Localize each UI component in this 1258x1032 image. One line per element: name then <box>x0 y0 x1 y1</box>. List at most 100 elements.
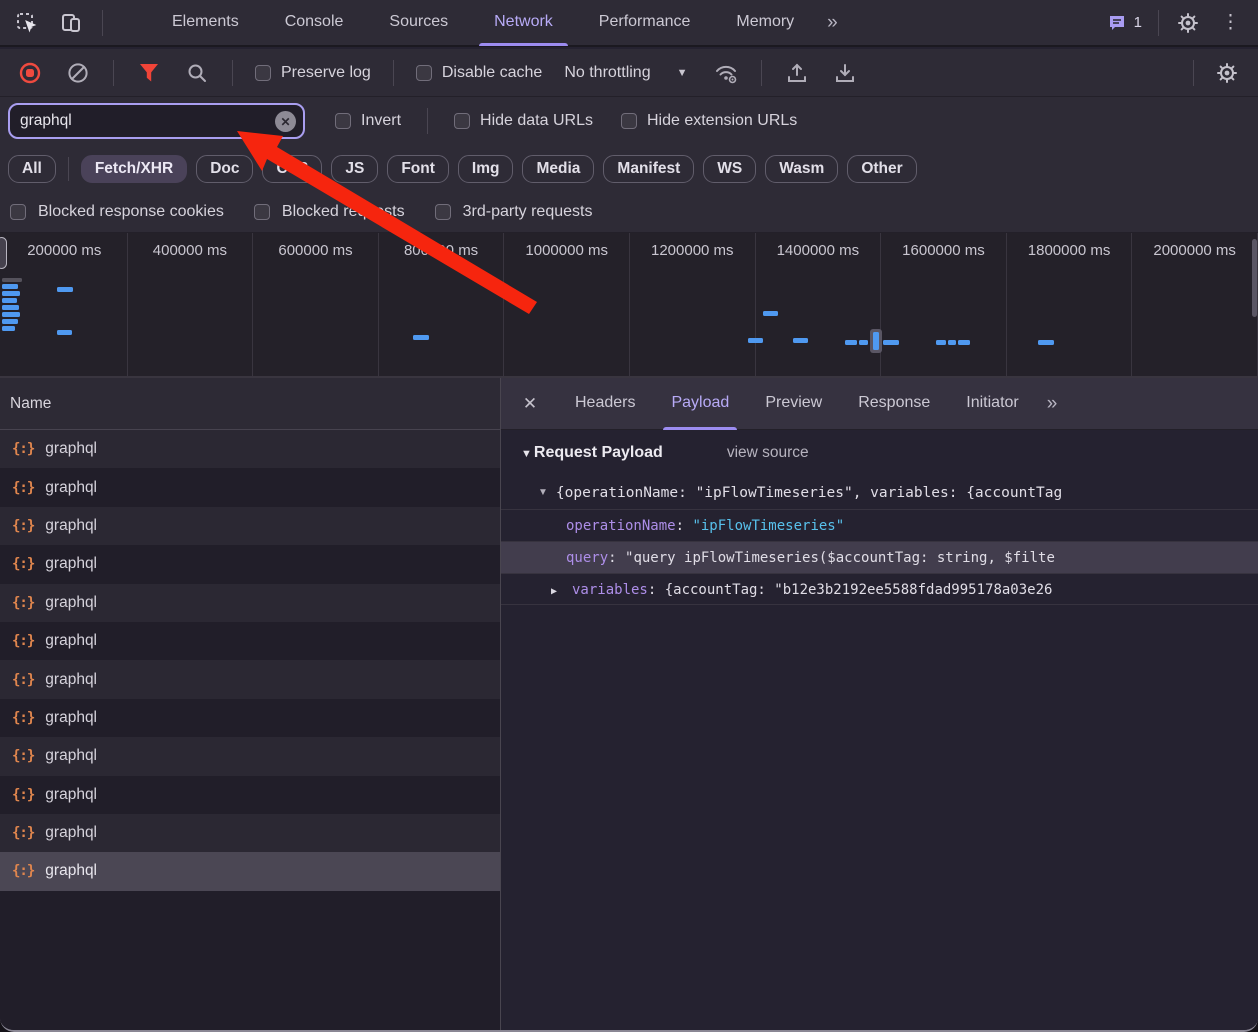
throttling-select[interactable]: No throttling ▼ <box>564 64 687 82</box>
chip-js[interactable]: JS <box>331 155 378 183</box>
close-detail-icon[interactable]: ✕ <box>519 394 541 414</box>
chip-ws[interactable]: WS <box>703 155 756 183</box>
tab-performance[interactable]: Performance <box>576 0 714 46</box>
tab-network[interactable]: Network <box>471 0 576 46</box>
hide-data-urls-checkbox[interactable]: Hide data URLs <box>454 112 593 130</box>
preserve-log-checkbox[interactable]: Preserve log <box>255 64 371 82</box>
blocked-requests-checkbox[interactable]: Blocked requests <box>254 203 405 221</box>
advanced-filters-row: Blocked response cookies Blocked requests… <box>0 192 1258 233</box>
invert-checkbox[interactable]: Invert <box>335 112 401 130</box>
request-row[interactable]: {:}graphql <box>0 737 500 775</box>
chip-media[interactable]: Media <box>522 155 594 183</box>
panel-tabs: ElementsConsoleSourcesNetworkPerformance… <box>149 0 817 46</box>
request-row[interactable]: {:}graphql <box>0 852 500 890</box>
checkbox[interactable] <box>435 204 451 220</box>
blocked-response-cookies-checkbox[interactable]: Blocked response cookies <box>10 203 224 221</box>
request-row[interactable]: {:}graphql <box>0 660 500 698</box>
device-toolbar-icon[interactable] <box>58 10 84 36</box>
checkbox[interactable] <box>255 65 271 81</box>
chevron-down-icon: ▼ <box>677 67 688 79</box>
fetch-xhr-icon: {:} <box>12 787 34 803</box>
waterfall-bar <box>413 335 429 340</box>
filter-row: graphql ✕ Invert Hide data URLs Hide ext… <box>0 97 1258 145</box>
issues-counter[interactable]: 1 <box>1107 13 1142 33</box>
waterfall-bar <box>936 340 946 345</box>
detail-more-tabs-icon[interactable]: » <box>1037 380 1068 427</box>
more-tabs-icon[interactable]: » <box>817 0 848 46</box>
preserve-log-label: Preserve log <box>281 64 371 82</box>
payload-entry-query[interactable]: query: "query ipFlowTimeseries($accountT… <box>501 541 1258 573</box>
payload-preview-row[interactable]: ▼ {operationName: "ipFlowTimeseries", va… <box>501 476 1258 509</box>
search-icon[interactable] <box>184 60 210 86</box>
chip-doc[interactable]: Doc <box>196 155 253 183</box>
collapse-triangle-icon[interactable]: ▼ <box>521 448 532 460</box>
name-column-header[interactable]: Name <box>0 378 500 430</box>
chip-font[interactable]: Font <box>387 155 449 183</box>
filter-funnel-icon[interactable] <box>136 60 162 86</box>
chip-css[interactable]: CSS <box>262 155 322 183</box>
detail-tab-initiator[interactable]: Initiator <box>948 378 1036 430</box>
waterfall-bar <box>859 340 868 345</box>
payload-key: variables <box>572 582 648 598</box>
chip-wasm[interactable]: Wasm <box>765 155 838 183</box>
view-source-link[interactable]: view source <box>727 444 809 462</box>
network-conditions-icon[interactable] <box>713 60 739 86</box>
request-row[interactable]: {:}graphql <box>0 430 500 468</box>
request-row[interactable]: {:}graphql <box>0 584 500 622</box>
record-network-log-button[interactable] <box>17 60 43 86</box>
kebab-menu-icon[interactable]: ⋮ <box>1217 11 1244 34</box>
timeline-scrollbar[interactable] <box>1252 239 1257 317</box>
checkbox[interactable] <box>335 113 351 129</box>
timeline-resize-handle[interactable] <box>0 237 7 269</box>
tab-console[interactable]: Console <box>262 0 367 46</box>
fetch-xhr-icon: {:} <box>12 633 34 649</box>
tab-sources[interactable]: Sources <box>366 0 471 46</box>
waterfall-bar <box>57 330 72 335</box>
payload-entry-operationName[interactable]: operationName: "ipFlowTimeseries" <box>501 509 1258 541</box>
checkbox[interactable] <box>254 204 270 220</box>
detail-tab-payload[interactable]: Payload <box>653 378 747 430</box>
chip-all[interactable]: All <box>8 155 56 183</box>
3rd-party-requests-checkbox[interactable]: 3rd-party requests <box>435 203 593 221</box>
filter-text-input[interactable]: graphql ✕ <box>8 103 305 139</box>
export-har-icon[interactable] <box>832 60 858 86</box>
payload-key: operationName <box>566 518 676 534</box>
checkbox-label: 3rd-party requests <box>463 203 593 221</box>
fetch-xhr-icon: {:} <box>12 863 34 879</box>
chip-other[interactable]: Other <box>847 155 916 183</box>
tab-memory[interactable]: Memory <box>713 0 817 46</box>
request-row[interactable]: {:}graphql <box>0 622 500 660</box>
network-overview-timeline[interactable]: 200000 ms400000 ms600000 ms800000 ms1000… <box>0 233 1258 378</box>
inspect-element-icon[interactable] <box>14 10 40 36</box>
detail-tab-response[interactable]: Response <box>840 378 948 430</box>
request-type-chips: All Fetch/XHR Doc CSS JS Font Img Media Manifest… <box>0 145 1258 192</box>
detail-tab-headers[interactable]: Headers <box>557 378 653 430</box>
settings-gear-icon[interactable] <box>1175 10 1201 36</box>
checkbox[interactable] <box>454 113 470 129</box>
checkbox[interactable] <box>10 204 26 220</box>
network-settings-gear-icon[interactable] <box>1214 60 1240 86</box>
request-row[interactable]: {:}graphql <box>0 545 500 583</box>
payload-entry-variables[interactable]: ▶variables: {accountTag: "b12e3b2192ee55… <box>501 573 1258 605</box>
collapse-triangle-icon[interactable]: ▼ <box>538 487 548 498</box>
detail-tab-preview[interactable]: Preview <box>747 378 840 430</box>
clear-filter-icon[interactable]: ✕ <box>275 111 296 132</box>
clear-network-log-button[interactable] <box>65 60 91 86</box>
tab-elements[interactable]: Elements <box>149 0 262 46</box>
request-name: graphql <box>45 824 97 842</box>
request-row[interactable]: {:}graphql <box>0 699 500 737</box>
request-row[interactable]: {:}graphql <box>0 468 500 506</box>
chip-img[interactable]: Img <box>458 155 514 183</box>
request-row[interactable]: {:}graphql <box>0 507 500 545</box>
expand-triangle-icon[interactable]: ▶ <box>551 576 572 605</box>
chip-manifest[interactable]: Manifest <box>603 155 694 183</box>
hide-extension-urls-checkbox[interactable]: Hide extension URLs <box>621 112 797 130</box>
waterfall-bar <box>748 338 763 343</box>
request-row[interactable]: {:}graphql <box>0 776 500 814</box>
chip-fetch-xhr[interactable]: Fetch/XHR <box>81 155 187 183</box>
disable-cache-checkbox[interactable]: Disable cache <box>416 64 543 82</box>
import-har-icon[interactable] <box>784 60 810 86</box>
checkbox[interactable] <box>416 65 432 81</box>
request-row[interactable]: {:}graphql <box>0 814 500 852</box>
checkbox[interactable] <box>621 113 637 129</box>
